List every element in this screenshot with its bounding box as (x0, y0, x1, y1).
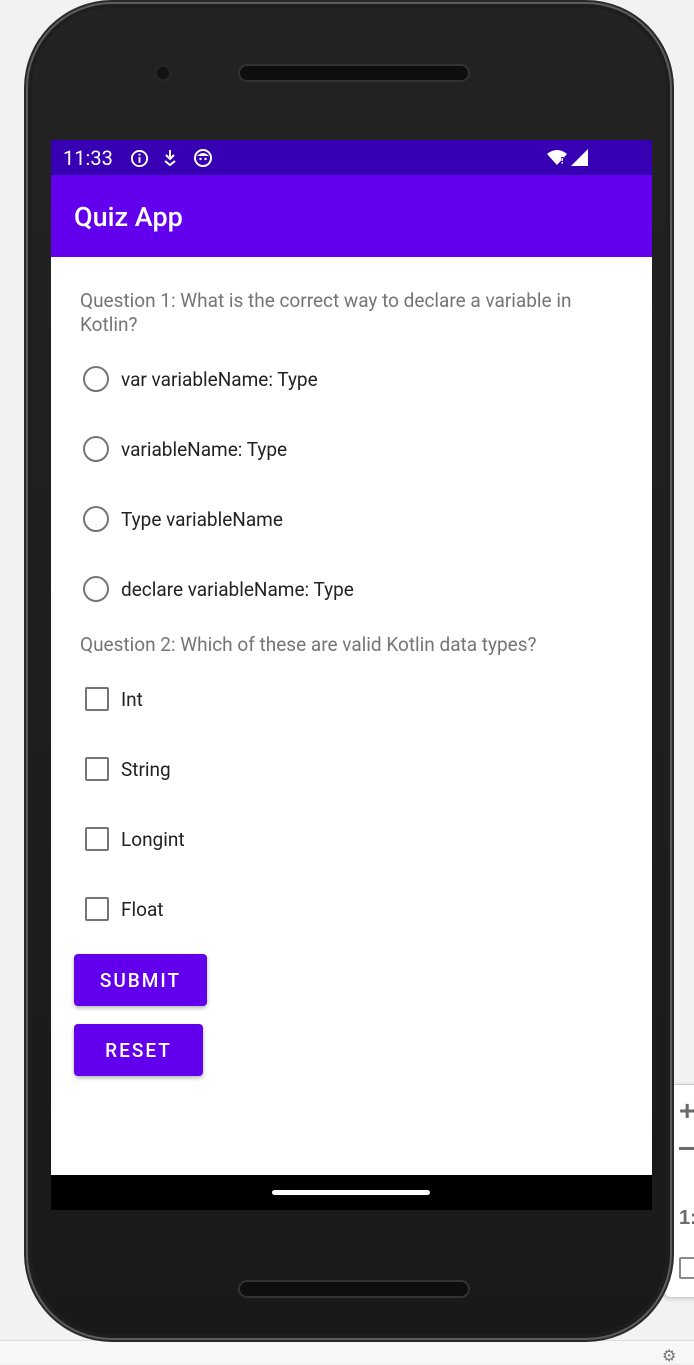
info-icon (130, 149, 149, 168)
question-2-text: Question 2: Which of these are valid Kot… (80, 633, 537, 656)
reset-button[interactable]: RESET (74, 1024, 203, 1076)
top-speaker (238, 64, 470, 82)
settings-icon[interactable]: ⚙ (662, 1346, 676, 1365)
bottom-strip (0, 1340, 694, 1363)
wifi-icon (547, 150, 567, 165)
zoom-in-icon[interactable]: + (679, 1095, 694, 1127)
radio-button-icon[interactable] (83, 576, 109, 602)
face-icon (194, 149, 212, 167)
zoom-out-icon[interactable] (679, 1147, 694, 1150)
camera-icon (154, 64, 172, 82)
q1-option-2[interactable]: variableName: Type (81, 432, 287, 466)
download-icon (164, 150, 176, 167)
checkbox-icon[interactable] (85, 897, 109, 921)
signal-icon (571, 149, 588, 166)
radio-button-icon[interactable] (83, 506, 109, 532)
q1-option-1[interactable]: var variableName: Type (81, 362, 318, 396)
option-label: Longint (121, 827, 185, 851)
checkbox-icon[interactable] (85, 827, 109, 851)
quiz-content: Question 1: What is the correct way to d… (51, 257, 652, 1175)
checkbox-icon[interactable] (85, 757, 109, 781)
option-label: declare variableName: Type (121, 577, 354, 601)
navigation-bar (51, 1175, 652, 1210)
device-screen: 11:33 Quiz App Question 1: What is the c… (51, 140, 652, 1210)
status-bar: 11:33 (51, 140, 652, 175)
home-gesture-handle[interactable] (272, 1190, 430, 1195)
q2-option-4[interactable]: Float (81, 892, 164, 926)
checkbox-icon[interactable] (85, 687, 109, 711)
status-time: 11:33 (63, 146, 113, 170)
radio-button-icon[interactable] (83, 366, 109, 392)
option-label: Type variableName (121, 507, 283, 531)
radio-button-icon[interactable] (83, 436, 109, 462)
q1-option-4[interactable]: declare variableName: Type (81, 572, 354, 606)
option-label: Int (121, 687, 143, 711)
app-bar: Quiz App (51, 175, 652, 257)
option-label: String (121, 757, 171, 781)
bottom-speaker (238, 1280, 470, 1298)
question-1-text: Question 1: What is the correct way to d… (80, 289, 572, 336)
submit-button[interactable]: SUBMIT (74, 954, 207, 1006)
q2-option-2[interactable]: String (81, 752, 171, 786)
option-label: Float (121, 897, 164, 921)
q2-option-3[interactable]: Longint (81, 822, 185, 856)
q1-option-3[interactable]: Type variableName (81, 502, 283, 536)
q2-option-1[interactable]: Int (81, 682, 143, 716)
one-to-one-icon[interactable]: 1: (679, 1207, 694, 1230)
option-label: variableName: Type (121, 437, 288, 461)
option-label: var variableName: Type (121, 367, 318, 391)
frame-icon[interactable] (679, 1257, 694, 1279)
app-title: Quiz App (74, 201, 183, 233)
